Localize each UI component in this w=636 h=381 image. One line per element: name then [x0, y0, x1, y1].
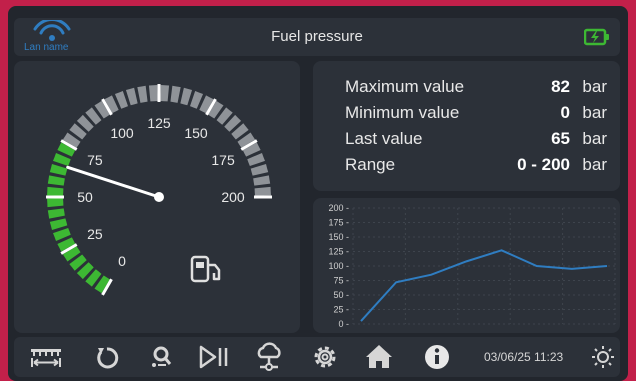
- page-title: Fuel pressure: [271, 28, 363, 45]
- gauge-tick-label: 75: [87, 152, 103, 168]
- gauge-segment: [47, 208, 65, 219]
- chart-y-tick-label: 175 -: [328, 218, 349, 228]
- gauge-segment: [47, 198, 64, 208]
- home-icon[interactable]: [362, 337, 396, 377]
- gauge-tick-label: 100: [110, 125, 134, 141]
- chart-series-line: [360, 249, 608, 322]
- stat-range: Range 0 - 200 bar: [345, 155, 607, 179]
- gear-icon[interactable]: [308, 337, 342, 377]
- stat-minimum: Minimum value 0 bar: [345, 103, 607, 127]
- chart-y-tick-label: 50 -: [333, 290, 349, 300]
- stat-unit: bar: [582, 129, 607, 148]
- chart-panel: 200 - 175 - 150 - 125 - 100 - 75 - 50 - 25 - 0 -: [313, 198, 620, 333]
- gauge-segment: [137, 85, 148, 103]
- cloud-network-icon[interactable]: [252, 337, 286, 377]
- chart-y-tick-label: 100 -: [328, 261, 349, 271]
- gauge-tick-label: 150: [184, 125, 208, 141]
- gauge-segment: [47, 175, 65, 186]
- bottom-toolbar: 03/06/25 11:23: [14, 337, 620, 377]
- stat-unit: bar: [582, 77, 607, 96]
- search-zoom-icon[interactable]: [146, 337, 176, 377]
- chart-y-tick-label: 75 -: [333, 276, 349, 286]
- ruler-icon[interactable]: [28, 337, 64, 377]
- stat-label: Maximum value: [345, 77, 465, 96]
- pressure-gauge: 0 25 50 75 100 125 150175 200: [46, 84, 272, 296]
- chart-y-tick-label: 25 -: [333, 305, 349, 315]
- device-screen: Lan name Fuel pressure 0 25 50 75 100 125 150 1…: [8, 6, 628, 381]
- stat-unit: bar: [582, 103, 607, 122]
- datetime-label: 03/06/25 11:23: [484, 350, 564, 364]
- battery-charging-icon: [584, 28, 609, 46]
- chart-y-tick-label: 200 -: [328, 203, 349, 213]
- brightness-icon[interactable]: [588, 337, 618, 377]
- fuel-pump-icon: [190, 255, 221, 283]
- gauge-tick-labels: 0 25 50 75 100 125 150175 200: [77, 115, 245, 269]
- gauge-segment: [49, 163, 68, 176]
- stat-value: 0: [560, 103, 570, 122]
- gauge-segment: [47, 186, 64, 196]
- info-icon[interactable]: [420, 337, 454, 377]
- gauge-tick-label: 0: [118, 253, 126, 269]
- stat-label: Minimum value: [345, 103, 460, 122]
- gauge-segment: [160, 85, 170, 102]
- gauge-tick-label: 200: [221, 189, 245, 205]
- chart-y-tick-label: 150 -: [328, 232, 349, 242]
- chart-y-tick-labels: 200 - 175 - 150 - 125 - 100 - 75 - 50 - 25 - 0 -: [328, 203, 349, 329]
- play-pause-icon[interactable]: [197, 337, 231, 377]
- chart-y-tick-label: 125 -: [328, 247, 349, 257]
- gauge-segment: [125, 87, 138, 106]
- gauge-segment: [148, 85, 158, 102]
- stat-unit: bar: [582, 155, 607, 174]
- gauge-tick-label: 175: [211, 152, 235, 168]
- gauge-panel: 0 25 50 75 100 125 150 175 200: [14, 61, 300, 333]
- gauge-segment: [253, 175, 271, 186]
- gauge-tick-label: 25: [87, 226, 103, 242]
- refresh-icon[interactable]: [92, 337, 122, 377]
- stat-value: 0 - 200: [517, 155, 570, 174]
- gauge-hub: [154, 192, 164, 202]
- gauge-segment: [170, 85, 181, 103]
- top-bar: Lan name Fuel pressure: [14, 18, 620, 56]
- stat-label: Range: [345, 155, 396, 174]
- gauge-tick-label: 50: [77, 189, 93, 205]
- chart-grid: [352, 207, 616, 325]
- gauge-segment: [254, 186, 271, 196]
- pressure-line-chart: 200 - 175 - 150 - 125 - 100 - 75 - 50 - 25 - 0 -: [328, 203, 616, 329]
- gauge-segment: [250, 163, 269, 176]
- stat-value: 82: [551, 77, 570, 96]
- stat-maximum: Maximum value 82 bar: [345, 77, 607, 101]
- gauge-segment: [49, 218, 68, 231]
- stat-label: Last value: [345, 129, 423, 148]
- gauge-tick-label: 125: [147, 115, 171, 131]
- gauge-segment: [180, 87, 193, 106]
- stat-value: 65: [551, 129, 570, 148]
- stat-last: Last value 65 bar: [345, 129, 607, 153]
- chart-y-tick-label: 0 -: [338, 319, 349, 329]
- stats-panel: Maximum value 82 bar Minimum value 0 bar…: [313, 61, 620, 191]
